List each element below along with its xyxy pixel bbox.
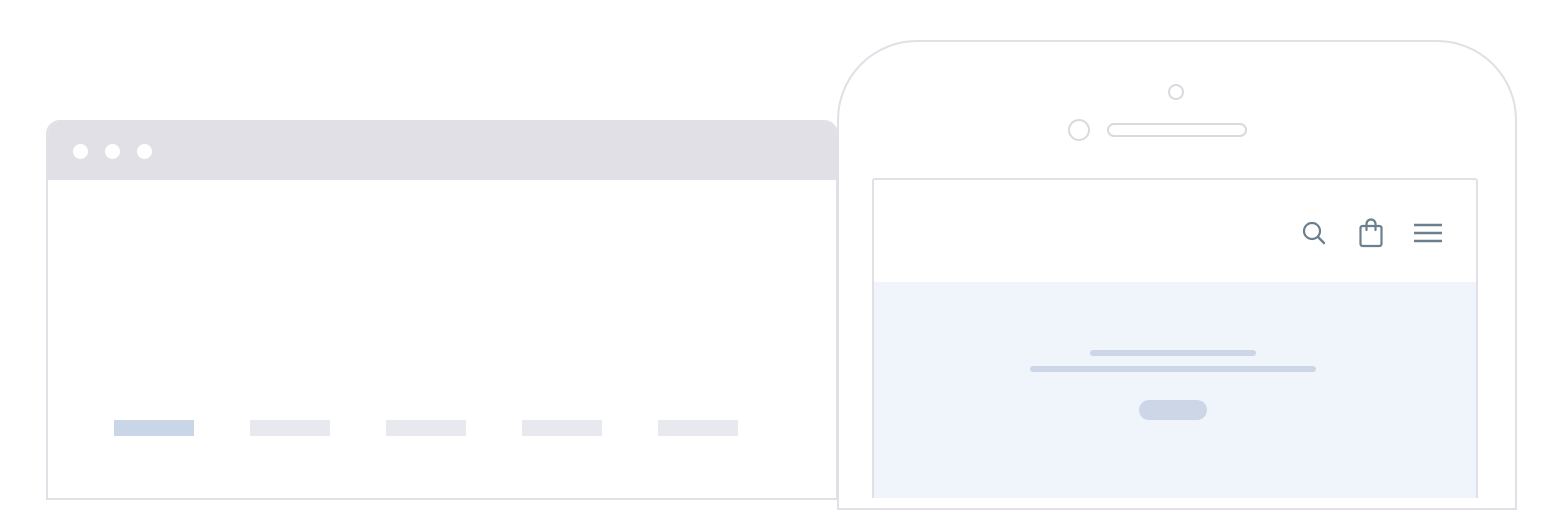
search-icon[interactable] xyxy=(1299,218,1329,248)
nav-placeholder[interactable] xyxy=(658,420,738,436)
hero-subheading-placeholder xyxy=(1030,366,1316,372)
browser-titlebar xyxy=(48,122,836,180)
hero-heading-placeholder xyxy=(1090,350,1256,356)
phone-sensor xyxy=(1068,119,1090,141)
nav-placeholder-active[interactable] xyxy=(114,420,194,436)
phone-speaker xyxy=(1107,123,1247,137)
shopping-bag-icon[interactable] xyxy=(1356,218,1386,248)
browser-window-mockup xyxy=(46,120,838,500)
hero-button-placeholder[interactable] xyxy=(1139,400,1207,420)
phone-mockup xyxy=(837,40,1517,510)
hamburger-menu-icon[interactable] xyxy=(1413,218,1443,248)
nav-placeholder[interactable] xyxy=(250,420,330,436)
phone-camera xyxy=(1168,84,1184,100)
window-control-dot[interactable] xyxy=(73,144,88,159)
nav-placeholder[interactable] xyxy=(522,420,602,436)
mobile-header xyxy=(874,180,1476,282)
window-control-dot[interactable] xyxy=(105,144,120,159)
window-control-dot[interactable] xyxy=(137,144,152,159)
nav-placeholder[interactable] xyxy=(386,420,466,436)
phone-screen xyxy=(872,178,1478,498)
hero-section xyxy=(874,282,1476,498)
